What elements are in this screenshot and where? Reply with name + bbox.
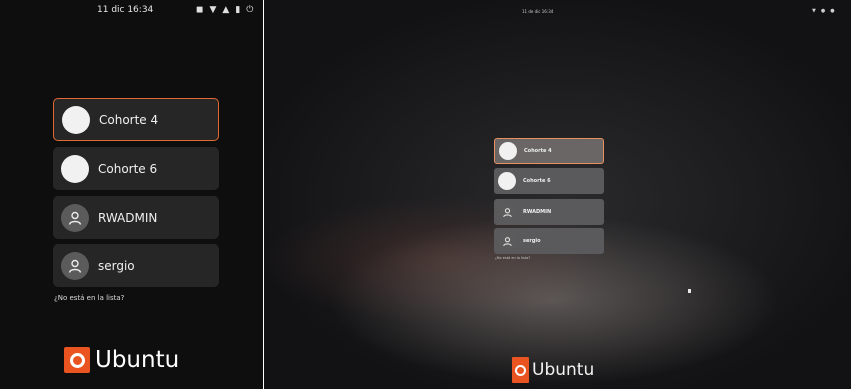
avatar: [498, 172, 516, 190]
person-icon: [498, 203, 516, 221]
power-icon: ⏻: [246, 5, 254, 15]
brand-name: Ubuntu: [532, 359, 595, 380]
user-item-cohorte-6[interactable]: Cohorte 6: [53, 147, 219, 190]
ubuntu-circle-icon: [512, 357, 529, 383]
ubuntu-logo: Ubuntu: [64, 347, 179, 373]
ubuntu-logo: Ubuntu: [512, 357, 594, 383]
user-name: Cohorte 4: [524, 148, 552, 154]
power-icon: ●: [830, 8, 835, 14]
user-item-sergio: sergio: [494, 228, 604, 254]
clock[interactable]: 11 dic 16:34: [97, 5, 153, 15]
system-tray: ▼ ● ●: [812, 8, 835, 14]
avatar: [499, 142, 517, 160]
user-name: RWADMIN: [98, 210, 158, 225]
wifi-icon: ▼: [209, 5, 217, 15]
brand-name: Ubuntu: [95, 346, 180, 373]
lock-icon: ▲: [222, 5, 230, 15]
user-item-rwadmin[interactable]: RWADMIN: [53, 196, 219, 239]
user-item-cohorte-6: Cohorte 6: [494, 168, 604, 194]
user-name: sergio: [523, 238, 541, 244]
avatar: [61, 154, 89, 183]
user-name: Cohorte 4: [99, 112, 159, 127]
user-item-cohorte-4: Cohorte 4: [494, 138, 604, 164]
not-listed-link: ¿No está en la lista?: [495, 256, 531, 260]
monitor-photo: 11 de dic 16:34 ▼ ● ● Cohorte 4 Cohorte …: [264, 0, 851, 389]
avatar: [62, 105, 90, 134]
user-item-sergio[interactable]: sergio: [53, 244, 219, 287]
top-bar: 11 dic 16:34 ◼ ▼ ▲ ▮ ⏻: [0, 0, 263, 22]
user-name: Cohorte 6: [523, 178, 551, 184]
person-icon: [61, 203, 89, 232]
person-icon: [498, 232, 516, 250]
clock: 11 de dic 16:34: [522, 9, 554, 14]
mouse-pointer-icon: [688, 289, 691, 293]
not-listed-link[interactable]: ¿No está en la lista?: [54, 294, 124, 302]
network-icon: ●: [820, 8, 826, 14]
top-bar: 11 de dic 16:34 ▼ ● ●: [264, 0, 851, 22]
speaker-icon: ▼: [812, 8, 816, 14]
battery-icon: ▮: [235, 5, 241, 15]
user-name: sergio: [98, 258, 135, 273]
user-item-cohorte-4[interactable]: Cohorte 4: [53, 98, 219, 141]
user-name: RWADMIN: [523, 209, 552, 215]
ubuntu-circle-icon: [64, 347, 90, 373]
person-icon: [61, 251, 89, 280]
speaker-icon: ◼: [196, 5, 204, 15]
user-name: Cohorte 6: [98, 161, 158, 176]
system-tray[interactable]: ◼ ▼ ▲ ▮ ⏻: [196, 5, 253, 15]
login-screen-screenshot: 11 dic 16:34 ◼ ▼ ▲ ▮ ⏻ Cohorte 4 Cohorte…: [0, 0, 263, 389]
user-item-rwadmin: RWADMIN: [494, 199, 604, 225]
